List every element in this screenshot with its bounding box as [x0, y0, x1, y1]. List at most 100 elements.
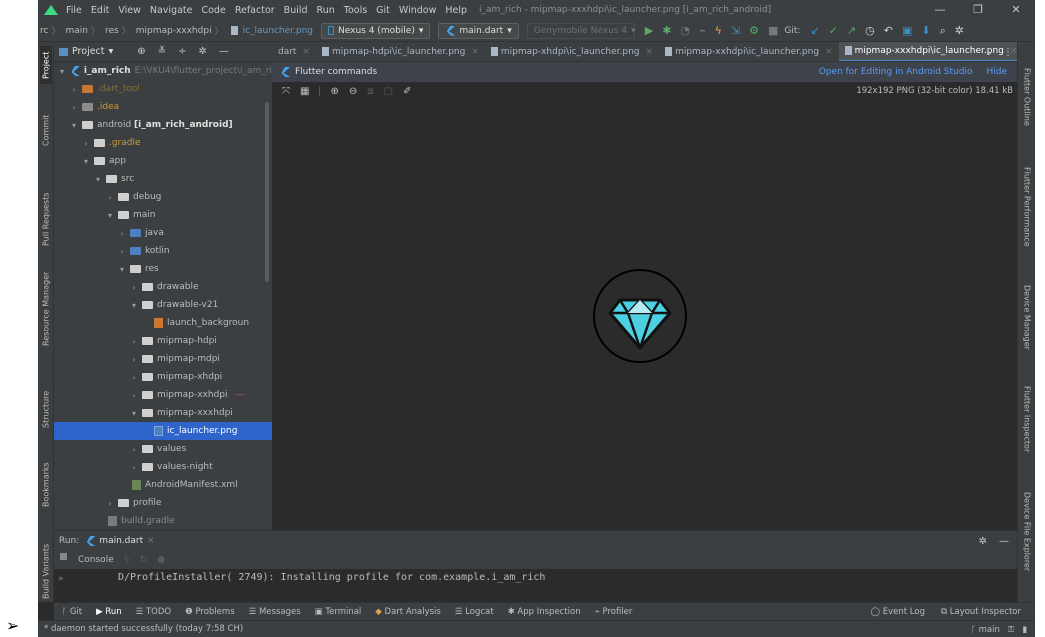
tree-item-mipmap-xxhdpi[interactable]: › mipmap-xxhdpi — — [54, 386, 272, 404]
bottom-tab-messages[interactable]: ☰ Messages — [249, 607, 301, 617]
breadcrumb-file[interactable]: ic_launcher.png — [243, 26, 313, 36]
tree-item-main[interactable]: ▾ main — [54, 206, 272, 224]
close-tab-icon[interactable]: × — [646, 47, 654, 57]
tool-tab-flutter-performance[interactable]: Flutter Performance — [1021, 162, 1033, 252]
breadcrumb-rc[interactable]: rc — [40, 26, 48, 36]
hot-reload-icon[interactable]: ϟ — [715, 24, 722, 37]
bottom-tab-logcat[interactable]: ☰ Logcat — [455, 607, 494, 617]
minimize-button[interactable]: — — [921, 0, 959, 20]
attach-debugger-icon[interactable]: ⇲ — [731, 24, 740, 37]
tool-tab-project[interactable]: Project — [40, 46, 52, 84]
tree-item-i-am-rich[interactable]: ▾ i_am_rich E:\VKU4\flutter_project\i_am… — [54, 62, 272, 80]
hide-run-panel-icon[interactable]: — — [999, 536, 1009, 547]
file-lock-icon[interactable]: ⚿ — [1008, 625, 1014, 635]
menu-navigate[interactable]: Navigate — [150, 5, 193, 16]
bottom-tab-problems[interactable]: ❶ Problems — [185, 607, 235, 617]
tool-tab-commit[interactable]: Commit — [40, 110, 52, 150]
close-tab-icon[interactable]: × — [825, 47, 833, 57]
tab-list-chevron-icon[interactable]: ⌄ — [985, 47, 993, 58]
restore-button[interactable]: ❐ — [959, 0, 997, 20]
tree-item-idea[interactable]: › .idea — [54, 98, 272, 116]
tree-item-mipmap-xxxhdpi[interactable]: ▾ mipmap-xxxhdpi — [54, 404, 272, 422]
tree-item-app[interactable]: ▾ app — [54, 152, 272, 170]
close-button[interactable]: ✕ — [997, 0, 1035, 20]
project-view-selector[interactable]: Project ▾ — [59, 46, 113, 57]
bottom-tab-git[interactable]: ᚴ Git — [62, 607, 82, 617]
git-history-icon[interactable]: ◷ — [865, 24, 875, 37]
tree-item-mipmap-mdpi[interactable]: › mipmap-mdpi — [54, 350, 272, 368]
git-commit-icon[interactable]: ✓ — [829, 24, 838, 37]
close-tab-icon[interactable]: × — [471, 47, 479, 57]
profile-icon[interactable]: ⌁ — [699, 24, 706, 37]
menu-run[interactable]: Run — [317, 5, 335, 16]
breadcrumb-main[interactable]: main — [65, 26, 88, 36]
tree-item-mipmap-xhdpi[interactable]: › mipmap-xhdpi — [54, 368, 272, 386]
fit-zoom-icon[interactable]: ▢ — [384, 86, 393, 97]
tool-tab-device-manager[interactable]: Device Manager — [1021, 280, 1033, 354]
menu-window[interactable]: Window — [399, 5, 436, 16]
bottom-tab-terminal[interactable]: ▣ Terminal — [315, 607, 362, 617]
sdk-manager-icon[interactable]: ⬇ — [921, 24, 930, 37]
apply-changes-icon[interactable]: ⚙ — [749, 24, 759, 37]
tool-tab-device-file-explorer[interactable]: Device File Explorer — [1021, 482, 1033, 582]
coverage-icon[interactable]: ◔ — [680, 24, 690, 37]
locate-file-icon[interactable]: ⊕ — [137, 46, 145, 57]
console-tab[interactable]: Console — [78, 555, 114, 565]
tree-item-build-gradle[interactable]: build.gradle — [54, 512, 272, 530]
zoom-in-icon[interactable]: ⊕ — [330, 86, 338, 97]
run-tab-main-dart[interactable]: main.dart × — [85, 536, 155, 546]
tree-item-dart-tool[interactable]: › .dart_tool — [54, 80, 272, 98]
tab-mipmap-xxhdpi[interactable]: mipmap-xxhdpi\ic_launcher.png × — [659, 42, 839, 61]
tree-item-values[interactable]: › values — [54, 440, 272, 458]
open-in-android-studio-link[interactable]: Open for Editing in Android Studio — [819, 67, 973, 77]
bottom-tab-todo[interactable]: ☰ TODO — [136, 607, 171, 617]
menu-tools[interactable]: Tools — [344, 5, 367, 16]
tool-tab-pull-requests[interactable]: Pull Requests — [40, 182, 52, 256]
settings-gear-icon[interactable]: ✲ — [955, 24, 964, 37]
bottom-tab-run[interactable]: ▶ Run — [96, 607, 122, 617]
stop-square-icon[interactable] — [60, 553, 67, 560]
breadcrumb-res[interactable]: res — [105, 26, 119, 36]
panel-settings-gear-icon[interactable]: ✲ — [198, 46, 206, 57]
menu-git[interactable]: Git — [376, 5, 390, 16]
close-tab-icon[interactable]: × — [302, 47, 310, 57]
bottom-tab-layout-inspector[interactable]: ⧉ Layout Inspector — [941, 607, 1021, 617]
tree-item-drawable-v21[interactable]: ▾ drawable-v21 — [54, 296, 272, 314]
tree-item-ic-launcher-png[interactable]: ic_launcher.png — [54, 422, 272, 440]
more-actions-icon[interactable]: ⋮ — [1003, 47, 1013, 58]
bottom-tab-app-inspection[interactable]: ✱ App Inspection — [508, 607, 581, 617]
git-branch-widget[interactable]: ᚴ main — [971, 625, 1000, 635]
collapse-all-icon[interactable]: ÷ — [178, 46, 186, 57]
tree-item-res[interactable]: ▾ res — [54, 260, 272, 278]
tab-mipmap-hdpi[interactable]: mipmap-hdpi\ic_launcher.png × — [316, 42, 485, 61]
actual-size-icon[interactable]: ⧈ — [367, 86, 373, 97]
device-mirror-icon[interactable]: ▣ — [902, 24, 912, 37]
menu-view[interactable]: View — [118, 5, 141, 16]
git-rollback-icon[interactable]: ↶ — [884, 24, 893, 37]
project-scrollbar[interactable] — [265, 102, 269, 282]
tree-item-values-night[interactable]: › values-night — [54, 458, 272, 476]
device-selector[interactable]: Nexus 4 (mobile) ▾ — [321, 22, 431, 39]
toggle-grid-icon[interactable]: ▦ — [300, 86, 309, 97]
tab-dart[interactable]: dart × — [272, 42, 316, 61]
tree-item-launch-background[interactable]: launch_backgroun — [54, 314, 272, 332]
hot-reload-icon[interactable]: ϟ — [124, 555, 130, 565]
bottom-tab-dart-analysis[interactable]: ◆ Dart Analysis — [375, 607, 441, 617]
tree-item-drawable[interactable]: › drawable — [54, 278, 272, 296]
menu-help[interactable]: Help — [445, 5, 467, 16]
tool-tab-flutter-inspector[interactable]: Flutter Inspector — [1021, 380, 1033, 458]
tool-tab-flutter-outline[interactable]: Flutter Outline — [1021, 62, 1033, 132]
bottom-tab-event-log[interactable]: ◯ Event Log — [871, 607, 925, 617]
menu-refactor[interactable]: Refactor — [235, 5, 275, 16]
tree-item-debug[interactable]: › debug — [54, 188, 272, 206]
tree-item-src[interactable]: ▾ src — [54, 170, 272, 188]
git-update-icon[interactable]: ↙ — [810, 24, 819, 37]
eyedropper-icon[interactable]: ✐ — [403, 86, 411, 97]
tree-item-android[interactable]: ▾ android [i_am_rich_android] — [54, 116, 272, 134]
emulator-selector[interactable]: Genymobile Nexus 4 ▾ — [526, 22, 636, 39]
hot-restart-icon[interactable]: ↻ — [140, 555, 148, 565]
run-settings-gear-icon[interactable]: ✲ — [979, 536, 987, 547]
git-push-icon[interactable]: ↗ — [847, 24, 856, 37]
tree-item-java[interactable]: › java — [54, 224, 272, 242]
expand-icon[interactable]: » — [58, 574, 72, 584]
